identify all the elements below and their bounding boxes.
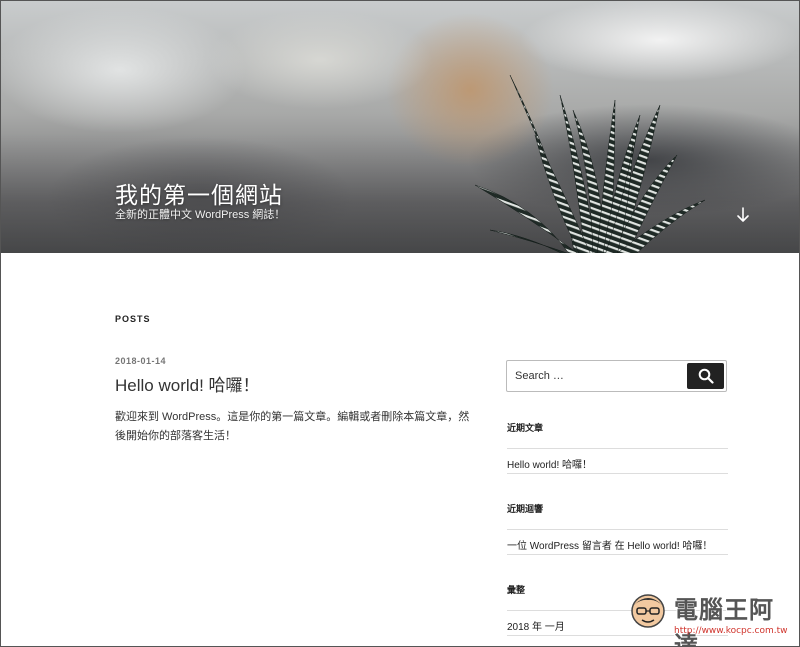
search-icon — [698, 368, 714, 384]
archive-link[interactable]: 2018 年 一月 — [507, 618, 565, 633]
search-button[interactable] — [687, 363, 724, 389]
divider — [507, 473, 728, 474]
site-description: 全新的正體中文 WordPress 網誌！ — [115, 209, 286, 221]
divider — [507, 529, 728, 530]
divider — [507, 448, 728, 449]
search-form — [506, 360, 727, 392]
post-excerpt: 歡迎來到 WordPress。這是你的第一篇文章。編輯或者刪除本篇文章，然後開始… — [115, 411, 470, 442]
recent-comments-title: 近期迴響 — [507, 504, 544, 514]
site-header: 我的第一個網站 全新的正體中文 WordPress 網誌！ — [0, 0, 800, 253]
watermark-url: http://www.kocpc.com.tw — [674, 626, 788, 636]
post-title[interactable]: Hello world! 哈囉！ — [115, 371, 260, 396]
divider — [507, 554, 728, 555]
recent-posts-title: 近期文章 — [507, 423, 544, 433]
archives-title: 彙整 — [507, 585, 526, 595]
arrow-down-icon[interactable] — [734, 205, 752, 225]
mascot-face-icon — [631, 594, 665, 628]
posts-heading: POSTS — [115, 314, 151, 324]
watermark-brand: 電腦王阿達 — [674, 596, 774, 647]
watermark: 電腦王阿達 http://www.kocpc.com.tw — [622, 584, 798, 647]
header-plant-image — [474, 74, 706, 253]
search-input[interactable] — [507, 361, 687, 391]
recent-comment-link[interactable]: 一位 WordPress 留言者 在 Hello world! 哈囉！ — [507, 537, 712, 552]
site-title[interactable]: 我的第一個網站 — [115, 176, 283, 210]
post-date[interactable]: 2018-01-14 — [115, 356, 166, 366]
recent-post-link[interactable]: Hello world! 哈囉！ — [507, 456, 592, 471]
